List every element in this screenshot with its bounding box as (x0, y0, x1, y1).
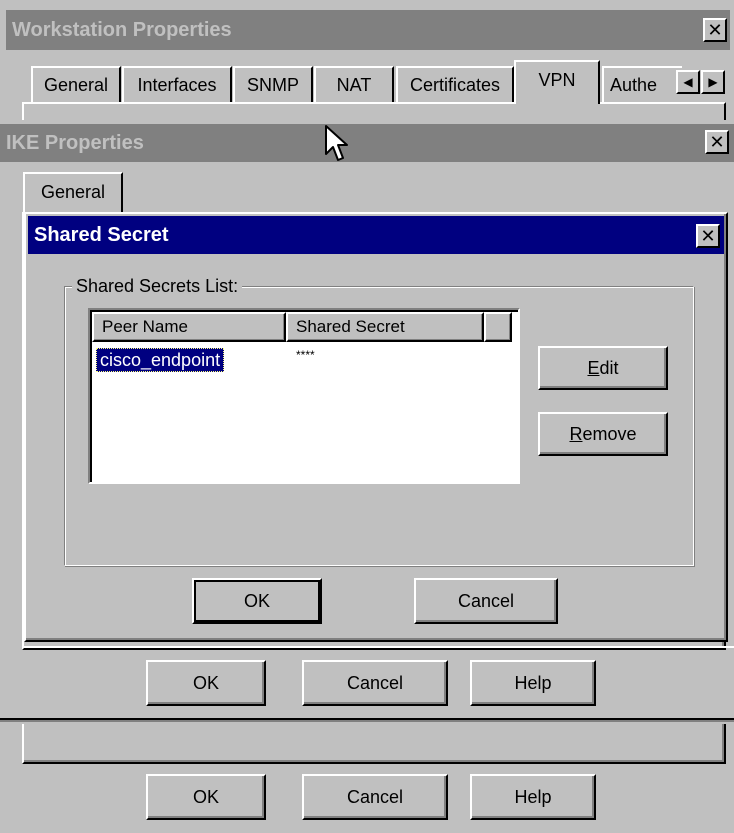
shared-secret-cancel-label: Cancel (457, 590, 515, 611)
arrow-right-icon: ▶ (708, 75, 718, 89)
workstation-title: Workstation Properties (12, 18, 232, 41)
shared-secrets-group-label: Shared Secrets List: (72, 274, 243, 298)
column-header-shared-secret[interactable]: Shared Secret (286, 312, 484, 342)
ike-panel-separator (22, 646, 734, 648)
edit-button-label: Edit (587, 357, 619, 378)
close-icon: ✕ (709, 132, 725, 152)
ike-tab-general-label: General (40, 182, 106, 202)
workstation-help-button[interactable]: Help (470, 774, 596, 820)
tab-nat-label: NAT (336, 74, 372, 95)
tab-scroll-left-button[interactable]: ◀ (676, 70, 700, 94)
shared-secret-cell: **** (296, 348, 315, 362)
ike-ok-button[interactable]: OK (146, 660, 266, 706)
workstation-tab-panel-edge (22, 102, 726, 122)
tab-vpn-label: VPN (538, 70, 576, 90)
ike-cancel-button[interactable]: Cancel (302, 660, 448, 706)
list-item[interactable]: cisco_endpoint **** (94, 348, 514, 372)
workstation-close-button[interactable]: ✕ (703, 18, 727, 42)
remove-button-label: Remove (569, 423, 637, 444)
tab-certificates-label: Certificates (409, 74, 501, 95)
shared-secret-ok-label: OK (243, 590, 270, 611)
workstation-title-bar[interactable]: Workstation Properties (6, 10, 730, 50)
tab-snmp-label: SNMP (246, 74, 299, 95)
arrow-left-icon: ◀ (683, 75, 693, 89)
mouse-cursor-icon (325, 125, 348, 161)
column-header-shared-secret-label: Shared Secret (296, 317, 405, 336)
shared-secret-title-bar[interactable]: Shared Secret (28, 216, 724, 254)
workstation-help-label: Help (514, 786, 552, 807)
close-icon: ✕ (707, 20, 723, 40)
workstation-lower-panel (22, 724, 726, 764)
shared-secret-dialog: Shared Secret ✕ Shared Secrets List: Pee… (24, 212, 728, 642)
tab-authe[interactable]: Authe (602, 66, 682, 102)
remove-button[interactable]: Remove (538, 412, 668, 456)
tab-scroll-right-button[interactable]: ▶ (701, 70, 725, 94)
edit-button[interactable]: Edit (538, 346, 668, 390)
close-icon: ✕ (700, 226, 716, 246)
tab-vpn[interactable]: VPN (514, 60, 600, 104)
workstation-ok-label: OK (192, 786, 219, 807)
column-header-peer-name[interactable]: Peer Name (92, 312, 286, 342)
shared-secret-title: Shared Secret (34, 223, 169, 246)
workstation-cancel-label: Cancel (346, 786, 404, 807)
shared-secret-close-button[interactable]: ✕ (696, 224, 720, 248)
workstation-cancel-button[interactable]: Cancel (302, 774, 448, 820)
ike-help-label: Help (514, 672, 552, 693)
column-header-filler (484, 312, 512, 342)
shared-secret-cancel-button[interactable]: Cancel (414, 578, 558, 624)
ike-help-button[interactable]: Help (470, 660, 596, 706)
ike-ok-label: OK (192, 672, 219, 693)
shared-secrets-list[interactable]: Peer Name Shared Secret cisco_endpoint *… (88, 308, 520, 484)
tab-snmp[interactable]: SNMP (233, 66, 313, 102)
ike-title-bar[interactable]: IKE Properties (0, 124, 734, 162)
tab-general-label: General (43, 74, 109, 95)
ike-title: IKE Properties (6, 131, 144, 154)
workstation-ok-button[interactable]: OK (146, 774, 266, 820)
ike-tab-general[interactable]: General (23, 172, 123, 214)
shared-secret-ok-button[interactable]: OK (192, 578, 322, 624)
tab-general[interactable]: General (31, 66, 121, 102)
tab-interfaces[interactable]: Interfaces (122, 66, 232, 102)
ike-cancel-label: Cancel (346, 672, 404, 693)
ike-close-button[interactable]: ✕ (705, 130, 729, 154)
tab-nat[interactable]: NAT (314, 66, 394, 102)
tab-interfaces-label: Interfaces (137, 74, 217, 95)
tab-certificates[interactable]: Certificates (396, 66, 514, 102)
tab-authe-label: Authe (610, 74, 658, 95)
shared-secrets-group-label-text: Shared Secrets List: (76, 275, 239, 296)
column-header-peer-name-label: Peer Name (102, 317, 188, 336)
peer-name-cell: cisco_endpoint (96, 348, 225, 372)
